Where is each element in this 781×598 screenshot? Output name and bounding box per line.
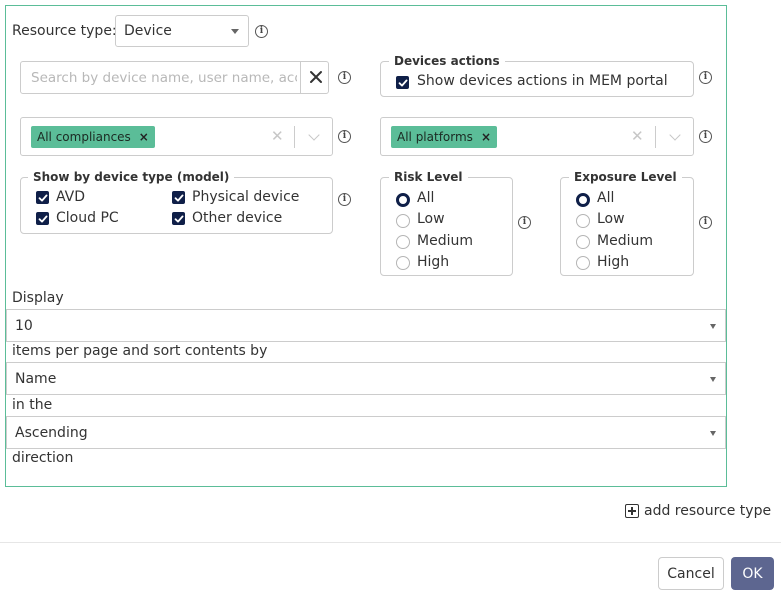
compliance-filter[interactable]: All compliances × ✕: [20, 117, 333, 156]
resource-type-select[interactable]: Device: [115, 15, 249, 47]
info-icon[interactable]: [255, 25, 268, 38]
risk-medium-radio[interactable]: [396, 235, 410, 249]
info-icon[interactable]: [338, 193, 351, 206]
exposure-medium-radio[interactable]: [576, 235, 590, 249]
risk-level-legend: Risk Level: [389, 170, 468, 184]
platform-chip: All platforms ×: [391, 126, 497, 148]
avd-label: AVD: [56, 189, 86, 205]
platform-chip-label: All platforms: [397, 130, 473, 144]
exposure-level-legend: Exposure Level: [569, 170, 682, 184]
separator: [655, 126, 656, 148]
footer-divider: [0, 542, 781, 543]
chevron-down-icon[interactable]: [669, 129, 681, 141]
sort-by-select[interactable]: Name: [6, 362, 726, 395]
exposure-medium-label: Medium: [597, 233, 653, 249]
sort-direction-value: Ascending: [15, 424, 88, 441]
risk-all-label: All: [417, 190, 435, 206]
info-icon[interactable]: [699, 216, 712, 229]
exposure-low-label: Low: [597, 211, 625, 227]
display-label: Display: [12, 290, 64, 306]
compliance-chip-label: All compliances: [37, 130, 131, 144]
exposure-all-label: All: [597, 190, 615, 206]
risk-low-radio[interactable]: [396, 214, 410, 228]
page-size-value: 10: [15, 317, 33, 334]
show-mem-actions-label: Show devices actions in MEM portal: [417, 73, 668, 89]
in-the-label: in the: [12, 397, 53, 413]
search-input[interactable]: [31, 62, 297, 93]
platform-filter[interactable]: All platforms × ✕: [380, 117, 694, 156]
sort-direction-select[interactable]: Ascending: [6, 416, 726, 449]
cancel-button[interactable]: Cancel: [658, 557, 724, 590]
clear-selection-icon[interactable]: ✕: [271, 127, 284, 145]
other-device-label: Other device: [192, 210, 283, 226]
cloud-pc-label: Cloud PC: [56, 210, 119, 226]
exposure-low-radio[interactable]: [576, 214, 590, 228]
add-resource-type-label: add resource type: [644, 503, 772, 519]
avd-checkbox[interactable]: [36, 191, 49, 204]
per-page-label: items per page and sort contents by: [12, 343, 268, 359]
info-icon[interactable]: [338, 130, 351, 143]
physical-device-label: Physical device: [192, 189, 300, 205]
exposure-high-label: High: [597, 254, 630, 270]
info-icon[interactable]: [699, 71, 712, 84]
caret-down-icon: [231, 29, 239, 34]
risk-all-radio[interactable]: [396, 193, 410, 207]
caret-down-icon: [710, 324, 716, 329]
clear-selection-icon[interactable]: ✕: [631, 127, 644, 145]
show-mem-actions-checkbox[interactable]: [396, 76, 409, 89]
exposure-high-radio[interactable]: [576, 256, 590, 270]
ok-button[interactable]: OK: [731, 557, 774, 590]
add-resource-type-link[interactable]: add resource type: [625, 503, 771, 519]
remove-chip-icon[interactable]: ×: [139, 130, 149, 144]
risk-high-label: High: [417, 254, 450, 270]
risk-high-radio[interactable]: [396, 256, 410, 270]
physical-device-checkbox[interactable]: [172, 191, 185, 204]
compliance-chip: All compliances ×: [31, 126, 155, 148]
chevron-down-icon[interactable]: [308, 129, 320, 141]
other-device-checkbox[interactable]: [172, 212, 185, 225]
info-icon[interactable]: [518, 216, 531, 229]
page-size-select[interactable]: 10: [6, 309, 726, 342]
direction-label: direction: [12, 450, 74, 466]
separator: [294, 126, 295, 148]
cloud-pc-checkbox[interactable]: [36, 212, 49, 225]
remove-chip-icon[interactable]: ×: [481, 130, 491, 144]
info-icon[interactable]: [338, 71, 351, 84]
info-icon[interactable]: [699, 130, 712, 143]
caret-down-icon: [710, 431, 716, 436]
risk-medium-label: Medium: [417, 233, 473, 249]
add-icon: [625, 504, 639, 518]
resource-type-label: Resource type:: [12, 23, 117, 39]
search-divider: [300, 62, 301, 93]
devices-actions-legend: Devices actions: [389, 54, 505, 68]
resource-type-value: Device: [124, 23, 172, 39]
risk-low-label: Low: [417, 211, 445, 227]
caret-down-icon: [710, 377, 716, 382]
clear-search-icon[interactable]: [306, 65, 326, 89]
exposure-all-radio[interactable]: [576, 193, 590, 207]
device-type-legend: Show by device type (model): [28, 170, 235, 184]
sort-by-value: Name: [15, 370, 57, 387]
search-box: [20, 61, 329, 94]
